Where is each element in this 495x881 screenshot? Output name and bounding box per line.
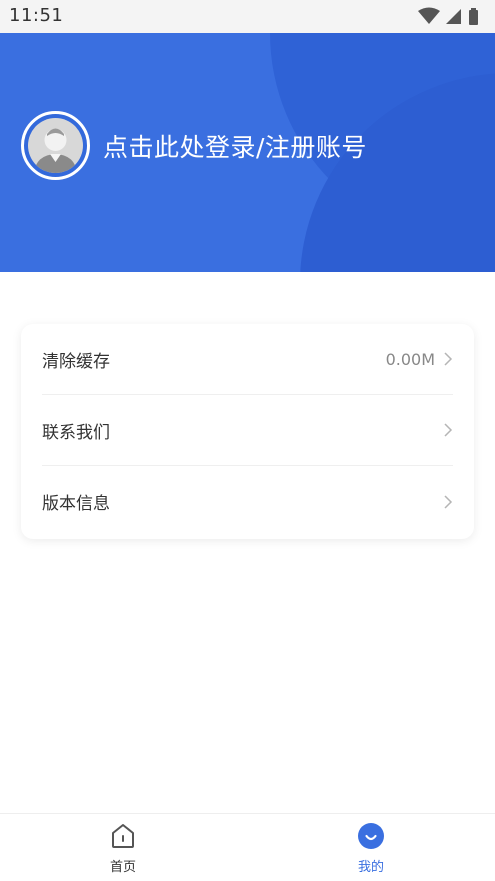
version-info-row[interactable]: 版本信息 (42, 466, 453, 537)
status-bar: 11:51 (0, 0, 495, 33)
settings-card: 清除缓存 0.00M 联系我们 版本信息 (21, 324, 474, 539)
clear-cache-label: 清除缓存 (42, 351, 110, 372)
wifi-icon (418, 7, 440, 24)
home-icon (112, 824, 134, 848)
chevron-right-icon (444, 352, 453, 366)
tab-home-label: 首页 (109, 860, 136, 875)
tab-home[interactable]: 首页 (63, 814, 183, 881)
cache-size-value: 0.00M (385, 349, 435, 369)
login-register-link[interactable]: 点击此处登录/注册账号 (103, 128, 367, 164)
clear-cache-row[interactable]: 清除缓存 0.00M (42, 324, 453, 395)
tab-mine[interactable]: 我的 (311, 814, 431, 881)
profile-header: 点击此处登录/注册账号 (0, 33, 495, 272)
version-info-label: 版本信息 (42, 494, 110, 514)
battery-icon (469, 8, 478, 25)
chevron-right-icon (444, 494, 453, 509)
contact-us-row[interactable]: 联系我们 (42, 395, 453, 466)
avatar[interactable] (21, 111, 90, 180)
profile-icon (358, 823, 384, 849)
signal-icon (446, 9, 461, 24)
contact-us-label: 联系我们 (42, 422, 110, 443)
default-avatar-icon (28, 118, 83, 173)
tab-mine-label: 我的 (357, 860, 384, 875)
bottom-tab-bar: 首页 我的 (0, 813, 495, 881)
chevron-right-icon (444, 423, 453, 437)
status-time: 11:51 (9, 5, 64, 26)
status-icons (418, 7, 478, 25)
